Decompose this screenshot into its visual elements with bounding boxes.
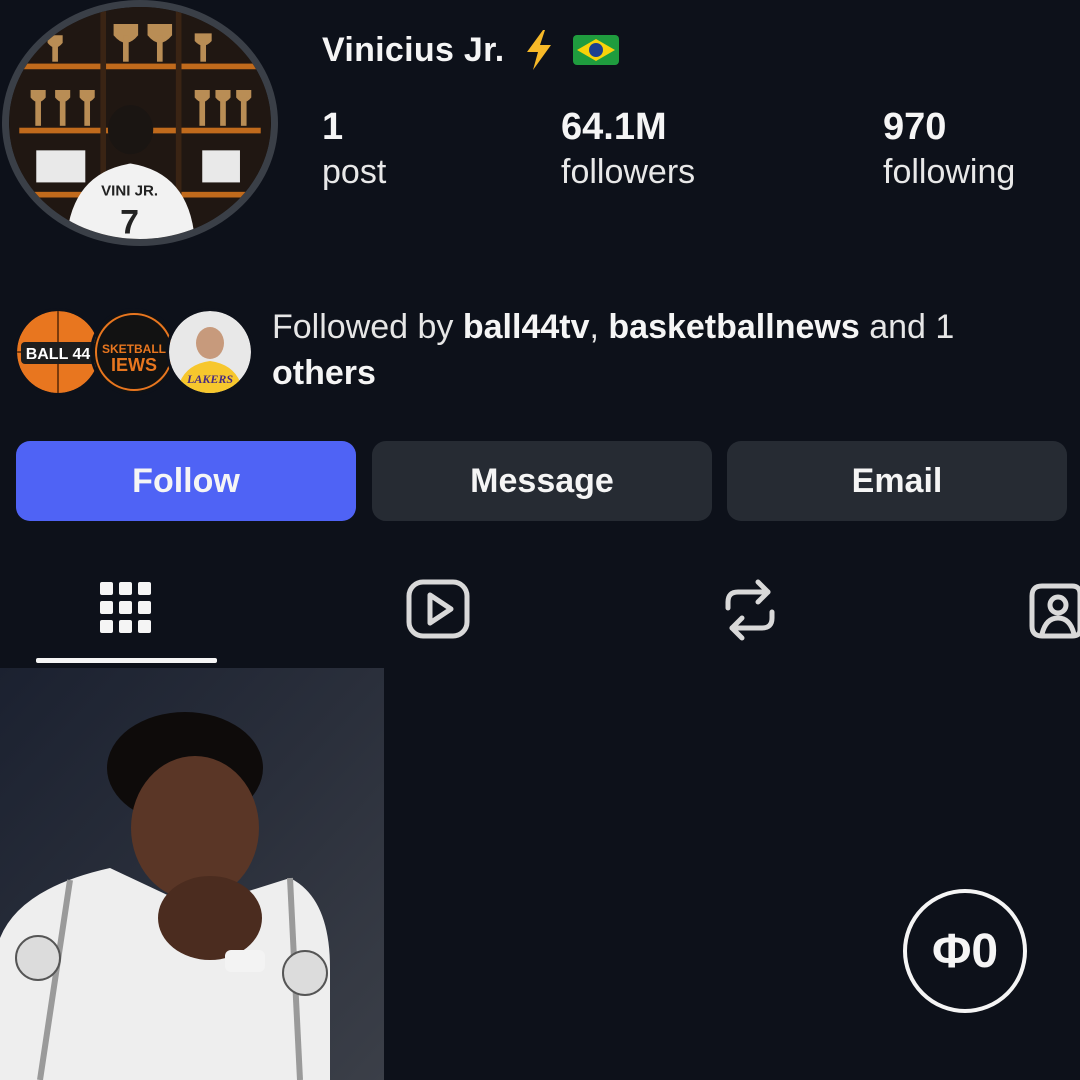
post-image bbox=[0, 668, 384, 1080]
stat-value: 64.1M bbox=[561, 106, 667, 148]
followed-by-separator: , bbox=[589, 308, 609, 346]
svg-text:SKETBALL: SKETBALL bbox=[102, 342, 166, 356]
lightning-bolt-icon bbox=[526, 30, 551, 70]
stat-label: post bbox=[322, 153, 387, 191]
profile-name: Vinicius Jr. bbox=[322, 30, 505, 69]
tab-tagged[interactable] bbox=[1028, 578, 1080, 640]
mutual-followers-avatars[interactable]: BALL 44 SKETBALL IEWS LAKERS bbox=[14, 308, 254, 396]
stat-followers[interactable]: 64.1M followers bbox=[561, 106, 695, 196]
mutual-avatar-lakers-player: LAKERS bbox=[166, 308, 254, 396]
tab-reposts[interactable] bbox=[720, 578, 780, 642]
tagged-icon bbox=[1029, 583, 1080, 639]
active-tab-indicator bbox=[36, 658, 217, 663]
stat-following[interactable]: 970 following bbox=[883, 106, 1015, 196]
followed-by-suffix: and 1 bbox=[859, 308, 955, 346]
svg-text:VINI JR.: VINI JR. bbox=[101, 183, 158, 200]
svg-text:IEWS: IEWS bbox=[111, 355, 157, 375]
svg-text:BALL 44: BALL 44 bbox=[26, 346, 91, 363]
stat-label: followers bbox=[561, 153, 696, 191]
svg-text:LAKERS: LAKERS bbox=[186, 372, 233, 386]
email-button[interactable]: Email bbox=[727, 441, 1067, 521]
mutual-account-name[interactable]: ball44tv bbox=[463, 308, 590, 346]
reels-icon bbox=[406, 579, 470, 639]
stat-label: following bbox=[883, 153, 1016, 191]
mutual-account-name[interactable]: basketballnews bbox=[608, 308, 859, 346]
tab-posts-grid[interactable] bbox=[98, 578, 154, 638]
followed-by-line-2: others bbox=[272, 350, 1080, 396]
stat-posts[interactable]: 1 post bbox=[322, 106, 386, 196]
followed-by-line-1: Followed by ball44tv, basketballnews and… bbox=[272, 304, 1080, 350]
followed-by-text[interactable]: Followed by ball44tv, basketballnews and… bbox=[272, 304, 1080, 396]
profile-header: Vinicius Jr. bbox=[322, 28, 619, 72]
follow-button[interactable]: Follow bbox=[16, 441, 356, 521]
profile-avatar[interactable]: VINI JR. 7 bbox=[2, 0, 278, 246]
message-button[interactable]: Message bbox=[372, 441, 712, 521]
mutual-avatar-ball44: BALL 44 bbox=[14, 308, 102, 396]
svg-text:7: 7 bbox=[120, 203, 139, 239]
brazil-flag-icon bbox=[572, 35, 619, 65]
grid-icon bbox=[100, 582, 151, 633]
watermark-logo: Φ0 bbox=[903, 889, 1027, 1013]
post-thumbnail[interactable] bbox=[0, 668, 384, 1080]
avatar-image: VINI JR. 7 bbox=[9, 7, 271, 239]
followed-by-others[interactable]: others bbox=[272, 354, 376, 392]
followed-by-prefix: Followed by bbox=[272, 308, 463, 346]
reposts-icon bbox=[725, 579, 775, 641]
stat-value: 970 bbox=[883, 106, 947, 148]
mutual-avatar-basketballnews: SKETBALL IEWS bbox=[90, 308, 178, 396]
tab-reels[interactable] bbox=[406, 578, 470, 640]
stat-value: 1 bbox=[322, 106, 344, 148]
